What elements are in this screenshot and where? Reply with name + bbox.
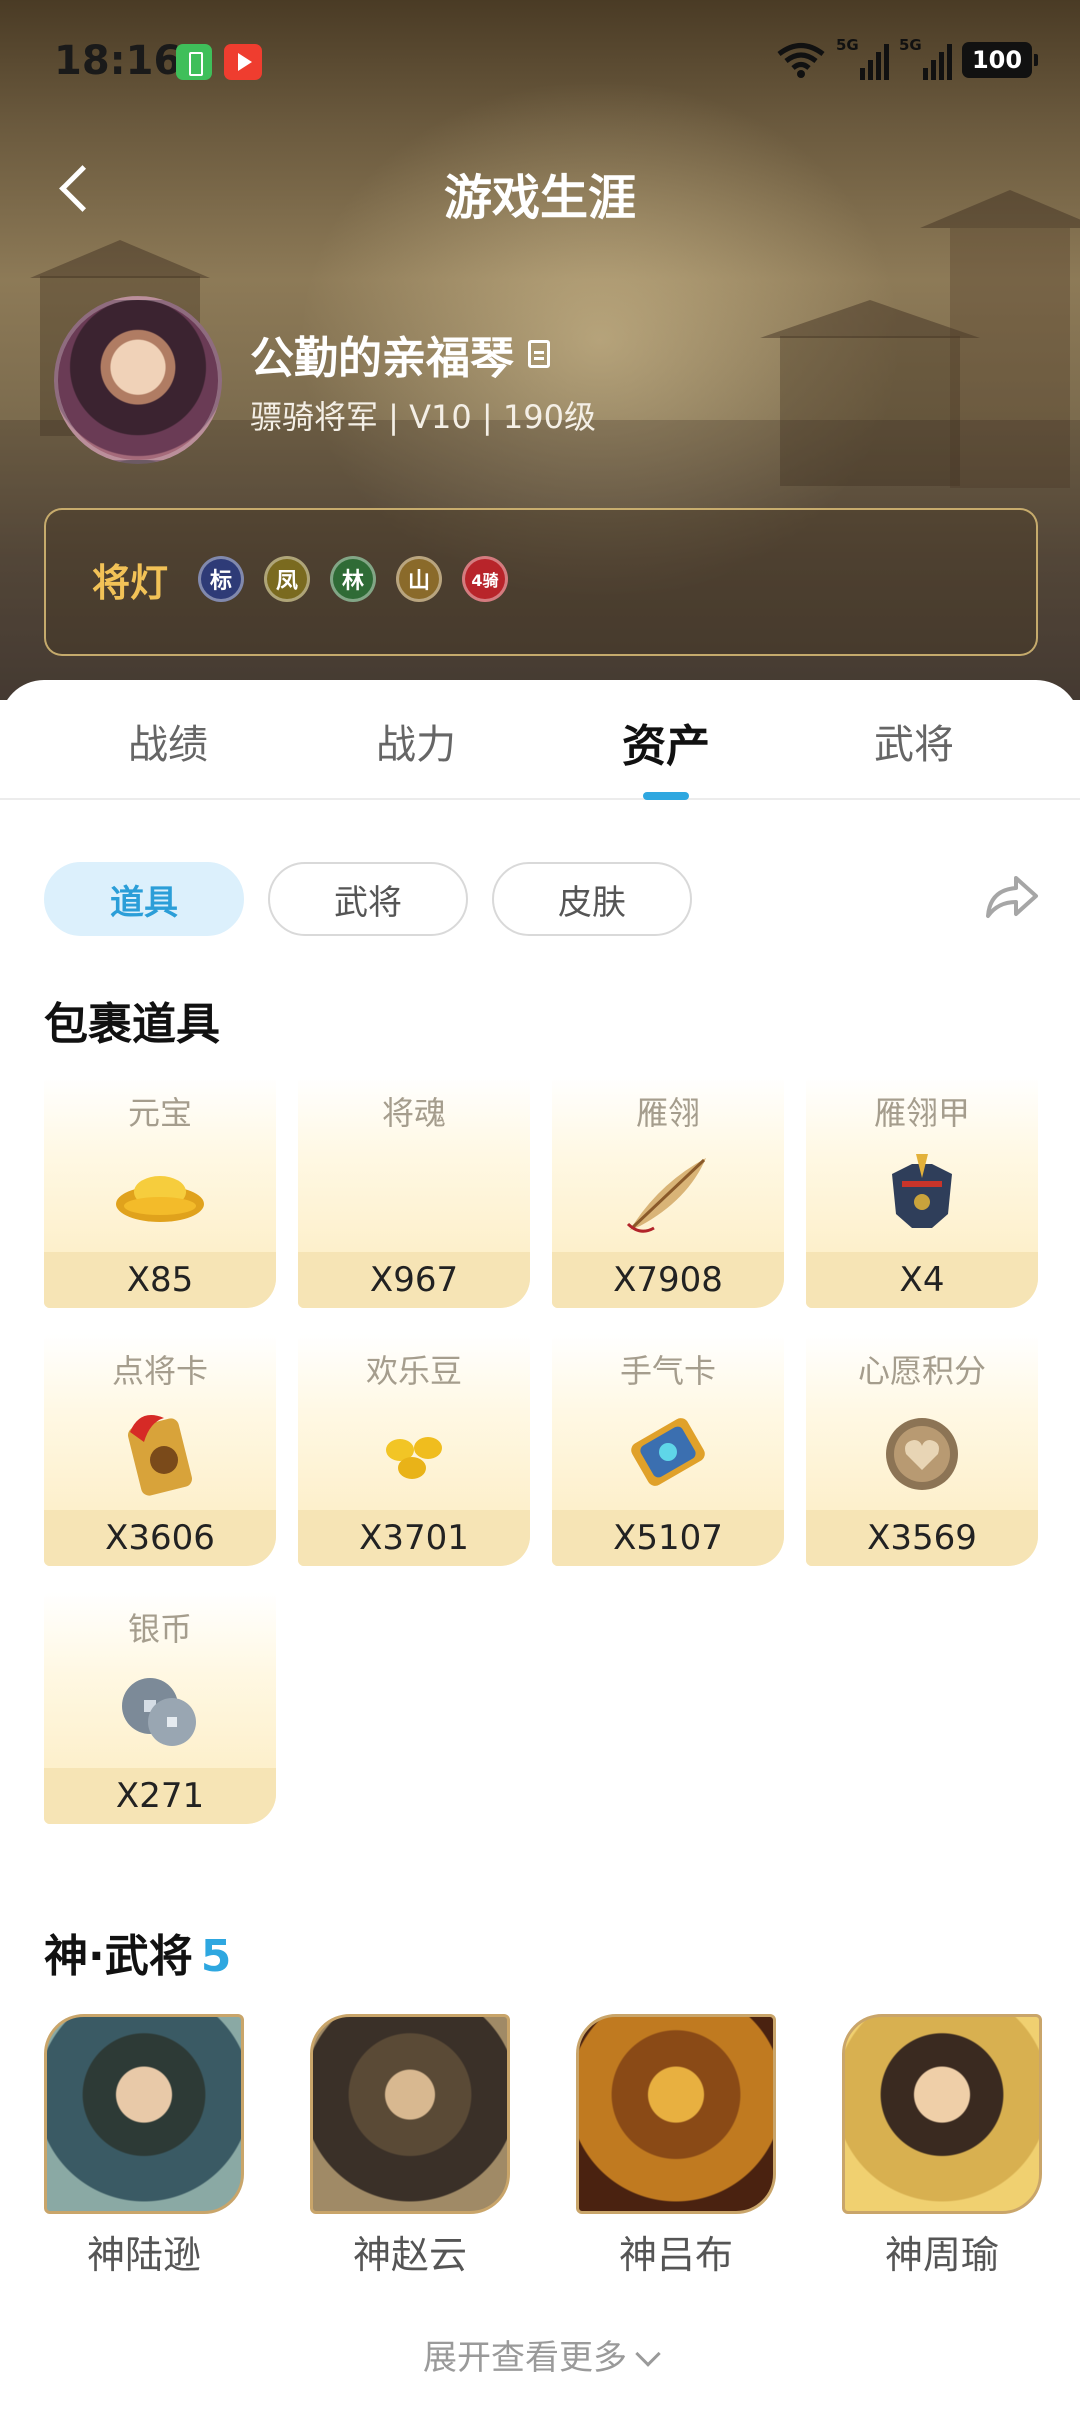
item-qty: X3701 bbox=[298, 1510, 530, 1566]
profile-subtitle: 骠骑将军 | V10 | 190级 bbox=[250, 398, 596, 436]
tab-record[interactable]: 战绩 bbox=[68, 712, 268, 770]
general-name: 神赵云 bbox=[352, 2233, 467, 2277]
share-icon[interactable] bbox=[982, 868, 1040, 926]
silver-coin-icon bbox=[122, 1678, 196, 1746]
gold-ingot-icon bbox=[116, 1176, 204, 1222]
expand-more-label: 展开查看更多 bbox=[423, 2338, 627, 2378]
general-card-icon bbox=[128, 1415, 192, 1496]
chip-items[interactable]: 道具 bbox=[44, 862, 244, 936]
inventory-item[interactable]: 欢乐豆 X3701 bbox=[298, 1334, 530, 1566]
status-bar: 18:16 5G 5G 100 bbox=[0, 0, 1080, 130]
lamp-badge-icon[interactable]: 林 bbox=[330, 556, 376, 602]
inventory-item[interactable]: 雁翎 X7908 bbox=[552, 1076, 784, 1308]
inventory-title: 包裹道具 bbox=[44, 999, 220, 1050]
item-qty: X85 bbox=[44, 1252, 276, 1308]
general-portrait bbox=[576, 2014, 776, 2214]
general-card[interactable]: 神吕布 bbox=[576, 2014, 776, 2279]
chip-skins[interactable]: 皮肤 bbox=[492, 862, 692, 936]
item-name: 雁翎 bbox=[635, 1094, 700, 1132]
inventory-item[interactable]: 雁翎甲 X4 bbox=[806, 1076, 1038, 1308]
inventory-item[interactable]: 元宝 X85 bbox=[44, 1076, 276, 1308]
lamp-badge-icon[interactable]: 标 bbox=[198, 556, 244, 602]
tab-generals[interactable]: 武将 bbox=[814, 712, 1014, 770]
item-qty: X271 bbox=[44, 1768, 276, 1824]
status-time: 18:16 bbox=[54, 38, 182, 84]
general-portrait bbox=[44, 2014, 244, 2214]
item-name: 欢乐豆 bbox=[365, 1352, 462, 1390]
item-qty: X3606 bbox=[44, 1510, 276, 1566]
general-portrait bbox=[310, 2014, 510, 2214]
content-sheet: 战绩 战力 资产 武将 道具 武将 皮肤 包裹道具 元宝 X85 将魂 X967… bbox=[0, 680, 1080, 2414]
general-card[interactable]: 神陆逊 bbox=[44, 2014, 244, 2279]
item-name: 银币 bbox=[127, 1610, 192, 1648]
item-qty: X7908 bbox=[552, 1252, 784, 1308]
video-app-icon bbox=[224, 44, 262, 80]
item-name: 元宝 bbox=[127, 1094, 192, 1132]
generals-title: 神·武将 5 bbox=[44, 1931, 232, 1982]
page-title: 游戏生涯 bbox=[443, 170, 636, 226]
tab-assets[interactable]: 资产 bbox=[566, 710, 766, 774]
lamp-badge-icon[interactable]: 凤 bbox=[264, 556, 310, 602]
heart-coin-icon bbox=[886, 1418, 958, 1490]
battery-icon: 100 bbox=[962, 42, 1038, 78]
general-name: 神吕布 bbox=[618, 2233, 733, 2277]
copy-icon[interactable] bbox=[528, 340, 550, 368]
inventory-item[interactable]: 点将卡 X3606 bbox=[44, 1334, 276, 1566]
general-portrait bbox=[842, 2014, 1042, 2214]
item-qty: X5107 bbox=[552, 1510, 784, 1566]
item-qty: X967 bbox=[298, 1252, 530, 1308]
item-name: 雁翎甲 bbox=[873, 1094, 970, 1132]
item-name: 心愿积分 bbox=[857, 1352, 986, 1390]
profile-name: 公勤的亲福琴 bbox=[250, 333, 514, 384]
general-name: 神周瑜 bbox=[884, 2233, 999, 2277]
general-card[interactable]: 神周瑜 bbox=[842, 2014, 1042, 2279]
lamp-badge-icon[interactable]: 4骑 bbox=[462, 556, 508, 602]
item-name: 手气卡 bbox=[619, 1352, 716, 1390]
signal-icon-2: 5G bbox=[899, 36, 952, 80]
lamp-card: 将灯 标 凤 林 山 4骑 bbox=[44, 508, 1038, 656]
wifi-icon bbox=[777, 43, 825, 78]
item-name: 点将卡 bbox=[111, 1352, 208, 1390]
general-card[interactable]: 神赵云 bbox=[310, 2014, 510, 2279]
feather-icon bbox=[626, 1158, 706, 1233]
tab-power[interactable]: 战力 bbox=[316, 712, 516, 770]
beans-icon bbox=[386, 1437, 442, 1479]
expand-more-button[interactable]: 展开查看更多 bbox=[0, 2330, 1080, 2379]
battery-saver-icon bbox=[176, 44, 212, 80]
inventory-item[interactable]: 银币 X271 bbox=[44, 1592, 276, 1824]
profile-name-row: 公勤的亲福琴 bbox=[250, 322, 550, 386]
item-qty: X3569 bbox=[806, 1510, 1038, 1566]
chip-generals[interactable]: 武将 bbox=[268, 862, 468, 936]
armor-icon bbox=[892, 1154, 952, 1228]
active-tab-indicator bbox=[643, 792, 689, 800]
general-name: 神陆逊 bbox=[86, 2233, 201, 2277]
item-name: 将魂 bbox=[381, 1094, 446, 1132]
avatar[interactable] bbox=[54, 296, 222, 464]
lamp-badge-icon[interactable]: 山 bbox=[396, 556, 442, 602]
signal-icon-1: 5G bbox=[836, 36, 889, 80]
inventory-item[interactable]: 心愿积分 X3569 bbox=[806, 1334, 1038, 1566]
item-qty: X4 bbox=[806, 1252, 1038, 1308]
luck-card-icon bbox=[631, 1418, 705, 1486]
chevron-down-icon bbox=[635, 2341, 661, 2367]
lamp-title: 将灯 bbox=[92, 561, 169, 605]
inventory-item[interactable]: 手气卡 X5107 bbox=[552, 1334, 784, 1566]
generals-count: 5 bbox=[200, 1931, 232, 1982]
inventory-item[interactable]: 将魂 X967 bbox=[298, 1076, 530, 1308]
tab-bar: 战绩 战力 资产 武将 bbox=[0, 680, 1080, 800]
filter-chips: 道具 武将 皮肤 bbox=[44, 862, 692, 936]
